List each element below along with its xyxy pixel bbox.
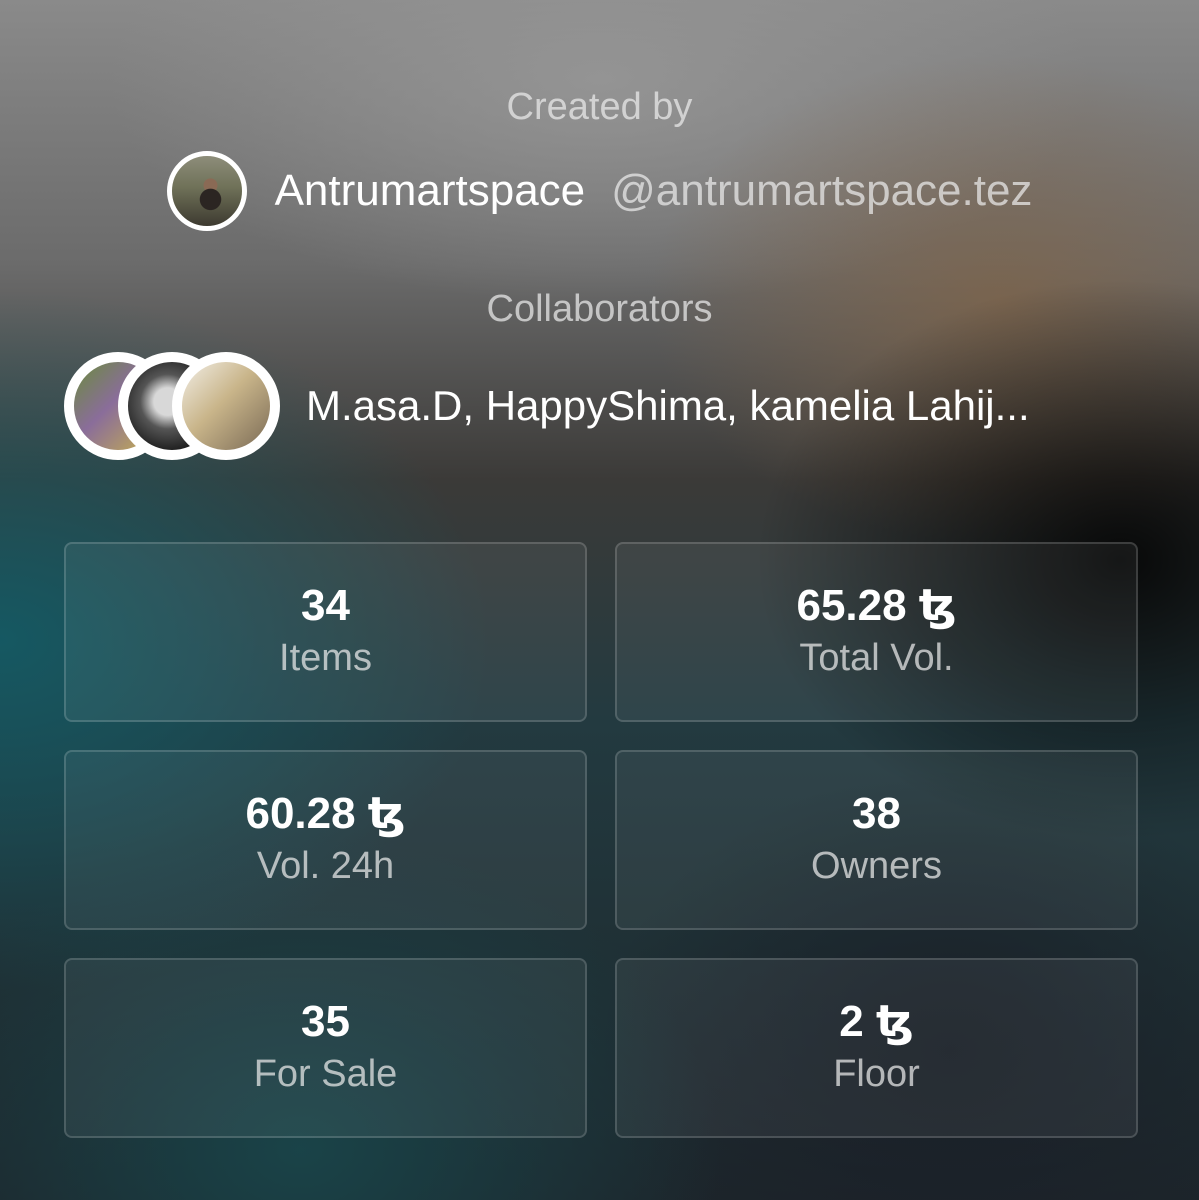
collaborators-label: Collaborators xyxy=(486,288,713,330)
stat-value: 35 xyxy=(301,996,350,1046)
stat-value: 2 ꜩ xyxy=(839,996,914,1046)
stat-value: 34 xyxy=(301,580,350,630)
stat-value: 65.28 ꜩ xyxy=(796,580,957,630)
stat-value: 60.28 ꜩ xyxy=(245,788,406,838)
stat-card-owners: 38 Owners xyxy=(615,750,1138,930)
collaborator-avatar-3[interactable] xyxy=(172,352,280,460)
stat-value: 38 xyxy=(852,788,901,838)
stat-card-volume-24h: 60.28 ꜩ Vol. 24h xyxy=(64,750,587,930)
stat-label: Vol. 24h xyxy=(256,844,395,887)
collaborator-avatar-stack xyxy=(64,352,280,460)
collaborator-names[interactable]: M.asa.D, HappyShima, kamelia Lahij... xyxy=(306,382,1030,430)
creator-handle[interactable]: @antrumartspace.tez xyxy=(611,166,1032,216)
collaborators-row: M.asa.D, HappyShima, kamelia Lahij... xyxy=(64,352,1030,460)
stat-card-items: 34 Items xyxy=(64,542,587,722)
stat-label: Total Vol. xyxy=(799,636,954,679)
creator-name[interactable]: Antrumartspace xyxy=(275,166,586,216)
stat-card-floor: 2 ꜩ Floor xyxy=(615,958,1138,1138)
stat-label: Floor xyxy=(833,1052,920,1095)
stat-card-for-sale: 35 For Sale xyxy=(64,958,587,1138)
stat-label: For Sale xyxy=(253,1052,398,1095)
stat-label: Owners xyxy=(811,844,942,887)
creator-avatar[interactable] xyxy=(166,151,247,231)
stats-grid: 34 Items 65.28 ꜩ Total Vol. 60.28 ꜩ Vol.… xyxy=(64,542,1138,1138)
created-by-label: Created by xyxy=(506,86,693,128)
creator-row: Antrumartspace @antrumartspace.tez xyxy=(0,150,1199,232)
stat-label: Items xyxy=(279,636,372,679)
stat-card-total-volume: 65.28 ꜩ Total Vol. xyxy=(615,542,1138,722)
